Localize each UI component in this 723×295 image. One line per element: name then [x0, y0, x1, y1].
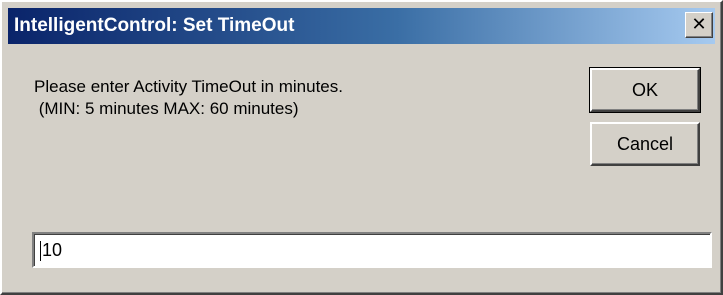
prompt-message: Please enter Activity TimeOut in minutes…: [34, 76, 343, 120]
timeout-input[interactable]: 10: [32, 232, 712, 268]
ok-button-label: OK: [631, 79, 658, 100]
close-icon: ✕: [691, 14, 707, 35]
ok-button[interactable]: OK: [589, 67, 701, 113]
dialog-window: IntelligentControl: Set TimeOut ✕ Please…: [0, 0, 723, 295]
cancel-button-label: Cancel: [616, 133, 674, 154]
prompt-line-1: Please enter Activity TimeOut in minutes…: [34, 77, 343, 96]
dialog-title: IntelligentControl: Set TimeOut: [14, 15, 295, 36]
cancel-button[interactable]: Cancel: [590, 122, 700, 166]
close-button[interactable]: ✕: [685, 12, 713, 38]
prompt-line-2: (MIN: 5 minutes MAX: 60 minutes): [34, 99, 299, 118]
title-bar[interactable]: IntelligentControl: Set TimeOut ✕: [8, 8, 715, 44]
timeout-input-value: 10: [42, 240, 63, 260]
text-caret: [40, 241, 41, 262]
